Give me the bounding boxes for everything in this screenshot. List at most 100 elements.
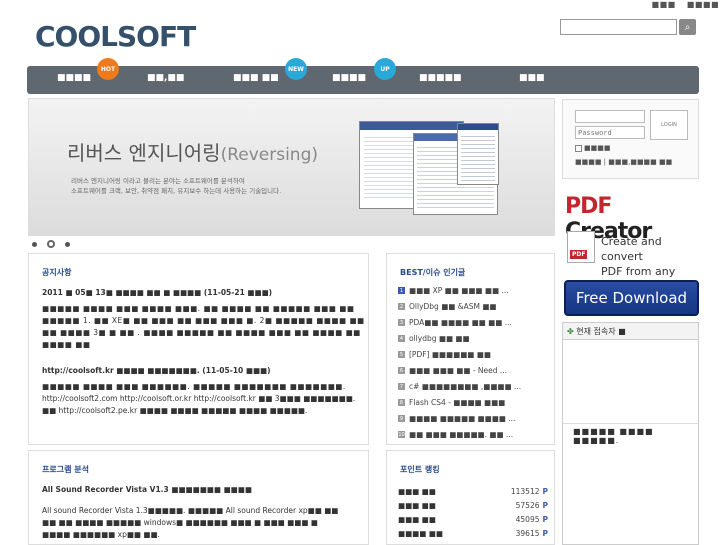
point-value: 57526: [515, 501, 540, 510]
password-field[interactable]: [575, 126, 645, 139]
nav-item-2[interactable]: ■■,■■: [147, 73, 184, 83]
point-row[interactable]: ■■■ ■■ 45095 P: [398, 515, 548, 524]
best-item-label: c# ■■■■■■■■ ,■■■■ ...: [409, 382, 522, 391]
notice-item-text: ■■■■■ ■■■■ ■■■ ■■■■■■. ■■■■■ ■■■■■■■ ■■■…: [42, 382, 346, 391]
program-item-text: ■■ ■■ ■■■■ ■■■■■ windows■ ■■■■■■ ■■■ ■ ■…: [42, 518, 318, 527]
point-user: ■■■ ■■: [398, 515, 436, 524]
account-links[interactable]: ■■■■ | ■■■,■■■■ ■■: [575, 158, 672, 166]
notice-item-text: ■■■■■ ■■■■ ■■■ ■■■■ ■■■. ■■ ■■■■ ■■ ■■■■…: [42, 304, 355, 313]
main-banner[interactable]: 리버스 엔지니어링(Reversing) 리버스 엔지니어링 이라고 불리는 분…: [28, 98, 555, 236]
logo-text: COOLSOFT: [35, 19, 196, 53]
best-item-label: Flash CS4 - ■■■■ ■■■: [409, 398, 506, 407]
rank-icon: 10: [398, 431, 405, 438]
point-user: ■■■ ■■: [398, 487, 436, 496]
up-badge: UP: [374, 58, 396, 80]
search-box: ⌕: [560, 19, 696, 35]
screenshot-image: [457, 123, 499, 185]
point-user: ■■■■ ■■: [398, 529, 443, 538]
point-row[interactable]: ■■■■ ■■ 39615 P: [398, 529, 548, 538]
program-title[interactable]: 프로그램 분석: [42, 464, 89, 475]
visitors-header: ✤ 현재 접속자 ■: [563, 323, 698, 340]
remember-me[interactable]: ■■■■: [575, 144, 610, 152]
point-row[interactable]: ■■■ ■■ 57526 P: [398, 501, 548, 510]
top-links: ■■■ ■■■■: [644, 0, 719, 9]
best-item[interactable]: 4 ollydbg ■■ ■■: [398, 334, 470, 343]
rank-icon: 3: [398, 319, 405, 326]
pdf-creator-ad[interactable]: PDF Creator PDF Create and convert PDF f…: [565, 194, 698, 293]
best-item[interactable]: 2 OllyDbg ■■ &ASM ■■: [398, 302, 497, 311]
banner-desc-line: 리버스 엔지니어링 이라고 불리는 분야는 소프트웨어를 분석하여: [71, 177, 245, 185]
main-nav: ■■■■ HOT ■■,■■ ■■■ ■■ NEW ■■■■ UP ■■■■■ …: [27, 58, 699, 94]
best-item[interactable]: 3 PDA■■ ■■■■ ■■ ■■ ...: [398, 318, 512, 327]
site-logo[interactable]: COOLSOFT: [35, 18, 196, 54]
visitors-bottom-text: ■■■■■ ■■■■ ■■■■■.: [573, 427, 654, 445]
best-item[interactable]: 7 c# ■■■■■■■■ ,■■■■ ...: [398, 382, 521, 391]
point-value: 113512: [510, 487, 540, 496]
top-link-2[interactable]: ■■■■: [687, 0, 719, 9]
pager-dot[interactable]: [32, 241, 37, 247]
best-item-label: PDA■■ ■■■■ ■■ ■■ ...: [409, 318, 512, 327]
banner-pager: [32, 240, 70, 248]
nav-item-4[interactable]: ■■■■: [332, 73, 366, 83]
notice-item-text: http://coolsoft2.com http://coolsoft.or.…: [42, 394, 356, 403]
program-item-title[interactable]: All Sound Recorder Vista V1.3 ■■■■■■■ ■■…: [42, 485, 252, 494]
id-field[interactable]: [575, 110, 645, 123]
login-button[interactable]: LOGIN: [650, 110, 688, 140]
notice-panel: 공지사항 2011 ■ 05■ 13■ ■■■■ ■■ ■ ■■■■ (11-0…: [28, 253, 369, 445]
best-item[interactable]: 6 ■■■ ■■■ ■■ - Need ...: [398, 366, 507, 375]
point-unit: P: [542, 529, 549, 538]
best-item[interactable]: 1 ■■■ XP ■■ ■■■ ■■ ...: [398, 286, 509, 295]
top-link-1[interactable]: ■■■: [652, 0, 676, 9]
notice-item-title[interactable]: http://coolsoft.kr ■■■■ ■■■■■■■. (11-05-…: [42, 366, 271, 375]
nav-item-3[interactable]: ■■■ ■■: [233, 73, 279, 83]
rank-icon: 9: [398, 415, 405, 422]
new-badge: NEW: [285, 58, 307, 80]
notice-title[interactable]: 공지사항: [42, 267, 71, 278]
nav-item-6[interactable]: ■■■: [519, 73, 545, 83]
point-user: ■■■ ■■: [398, 501, 436, 510]
nav-item-5[interactable]: ■■■■■: [419, 73, 462, 83]
best-item[interactable]: 10 ■■ ■■■ ■■■■■. ■■ ...: [398, 430, 513, 439]
free-download-button[interactable]: Free Download: [564, 280, 699, 316]
notice-item-text: ■■■■ ■■: [42, 340, 91, 349]
point-title[interactable]: 포인트 랭킹: [400, 464, 440, 475]
nav-label: ■■,■■: [147, 73, 185, 83]
pdf-file-icon: PDF: [567, 231, 595, 263]
best-item[interactable]: 9 ■■■■ ■■■■■ ■■■■ ...: [398, 414, 515, 423]
pager-dot-active[interactable]: [47, 240, 55, 248]
best-item-label: [PDF] ■■■■■■ ■■: [409, 350, 491, 359]
point-unit: P: [542, 515, 549, 524]
notice-item-title[interactable]: 2011 ■ 05■ 13■ ■■■■ ■■ ■ ■■■■ (11-05-21 …: [42, 288, 272, 297]
rank-icon: 4: [398, 335, 405, 342]
notice-item-text: ■■■■■ 1. ■■ XE■ ■■ ■■■ ■■ ■■■ ■■■ ■. 2■ …: [42, 316, 365, 325]
point-ranking-panel: 포인트 랭킹 ■■■ ■■ 113512 P ■■■ ■■ 57526 P ■■■ ■■…: [386, 450, 555, 545]
nav-label: ■■■■: [57, 73, 92, 83]
pdf-ad-line: Create and convert: [601, 235, 662, 263]
current-visitors-panel: ✤ 현재 접속자 ■ ■■■■■ ■■■■ ■■■■■.: [562, 322, 699, 545]
rank-icon: 6: [398, 367, 405, 374]
login-box: LOGIN ■■■■ ■■■■ | ■■■,■■■■ ■■: [562, 99, 699, 179]
best-item[interactable]: 5 [PDF] ■■■■■■ ■■: [398, 350, 491, 359]
pdf-ad-title-red: PDF: [565, 194, 612, 219]
rank-icon: 2: [398, 303, 405, 310]
point-row[interactable]: ■■■ ■■ 113512 P: [398, 487, 548, 496]
hot-badge: HOT: [97, 58, 119, 80]
point-unit: P: [542, 487, 549, 496]
pdf-icon-label: PDF: [570, 250, 588, 259]
banner-desc-line: 소프트웨어를 크랙, 보안, 취약점 패치, 유지보수 하는데 사용하는 기술입…: [71, 187, 282, 195]
best-title[interactable]: BEST/이슈 인기글: [400, 267, 465, 278]
search-button[interactable]: ⌕: [679, 19, 696, 35]
search-input[interactable]: [560, 19, 677, 35]
nav-item-1[interactable]: ■■■■: [57, 73, 91, 83]
best-item[interactable]: 8 Flash CS4 - ■■■■ ■■■: [398, 398, 505, 407]
rank-icon: 8: [398, 399, 405, 406]
rank-icon: 7: [398, 383, 405, 390]
remember-checkbox[interactable]: [575, 144, 582, 152]
best-item-label: ollydbg ■■ ■■: [409, 334, 470, 343]
pager-dot[interactable]: [65, 241, 70, 247]
visitors-title-suffix: ■: [618, 327, 626, 336]
point-value: 45095: [515, 515, 540, 524]
best-posts-panel: BEST/이슈 인기글 1 ■■■ XP ■■ ■■■ ■■ ... 2 OllyD…: [386, 253, 555, 445]
banner-title-ko: 리버스 엔지니어링: [67, 141, 221, 165]
program-item-text: All sound Recorder Vista 1.3■■■■■. ■■■■■…: [42, 506, 339, 515]
